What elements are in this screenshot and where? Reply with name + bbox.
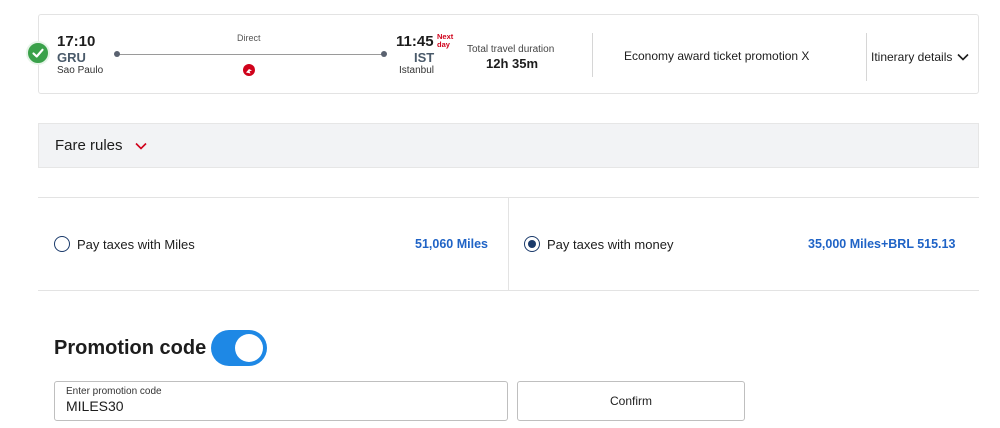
pay-with-miles-label[interactable]: Pay taxes with Miles bbox=[77, 237, 195, 252]
check-circle-icon bbox=[26, 41, 50, 65]
pay-with-miles-radio[interactable] bbox=[54, 236, 70, 252]
route-end-dot bbox=[381, 51, 387, 57]
promotion-code-field[interactable]: Enter promotion code bbox=[54, 381, 508, 421]
toggle-knob bbox=[235, 334, 263, 362]
arrival-time: 11:45 bbox=[396, 33, 434, 50]
next-day-badge: Next day bbox=[437, 32, 454, 49]
payment-divider bbox=[38, 290, 979, 291]
route-line bbox=[117, 54, 384, 55]
arrival-city: Istanbul bbox=[399, 65, 435, 76]
fare-rules-label: Fare rules bbox=[55, 137, 123, 154]
promotion-code-heading: Promotion code bbox=[54, 337, 207, 359]
promotion-code-label: Enter promotion code bbox=[66, 386, 162, 397]
fare-title: Economy award ticket promotion X bbox=[624, 49, 810, 63]
chevron-down-icon bbox=[134, 142, 147, 150]
pay-with-money-label[interactable]: Pay taxes with money bbox=[547, 237, 673, 252]
promotion-code-input[interactable] bbox=[66, 398, 496, 414]
departure-airport-code: GRU bbox=[57, 50, 86, 65]
card-divider bbox=[866, 33, 867, 81]
card-divider bbox=[592, 33, 593, 77]
turkish-airlines-logo-icon bbox=[243, 64, 255, 76]
payment-divider bbox=[508, 198, 509, 290]
pay-with-miles-amount: 51,060 Miles bbox=[415, 237, 488, 251]
pay-with-money-radio[interactable] bbox=[524, 236, 540, 252]
arrival-airport-code: IST bbox=[414, 50, 435, 65]
departure-city: Sao Paulo bbox=[57, 65, 104, 76]
chevron-down-icon bbox=[957, 53, 969, 61]
route-start-dot bbox=[114, 51, 120, 57]
itinerary-details-label: Itinerary details bbox=[871, 50, 953, 64]
itinerary-details-button[interactable]: Itinerary details bbox=[871, 50, 969, 64]
fare-rules-accordion[interactable]: Fare rules bbox=[38, 123, 979, 168]
pay-with-money-amount: 35,000 Miles+BRL 515.13 bbox=[808, 237, 956, 251]
departure-time: 17:10 bbox=[57, 33, 96, 50]
duration-value: 12h 35m bbox=[486, 56, 539, 71]
confirm-button[interactable]: Confirm bbox=[517, 381, 745, 421]
promotion-code-toggle[interactable] bbox=[211, 330, 267, 366]
duration-label: Total travel duration bbox=[467, 44, 555, 55]
stops-label: Direct bbox=[237, 33, 261, 43]
